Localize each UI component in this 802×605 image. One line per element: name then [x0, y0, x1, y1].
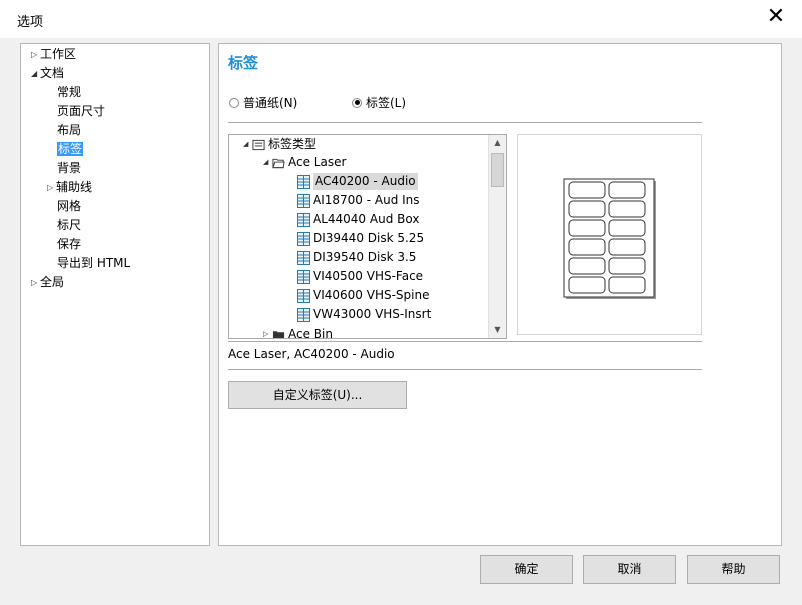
tree-node-label: Ace Bin	[288, 327, 333, 339]
label-sheet-icon	[297, 288, 310, 303]
label-template-name: AL44040 Aud Box	[313, 212, 420, 226]
tree-item-label: 文档	[40, 66, 65, 80]
cancel-button[interactable]: 取消	[583, 555, 676, 584]
tree-item-save[interactable]: 保存	[57, 236, 81, 252]
preview-label-cell	[568, 276, 606, 294]
custom-label-button[interactable]: 自定义标签(U)...	[228, 381, 407, 409]
preview-label-cell	[608, 181, 646, 199]
tree-item-document[interactable]: ◢ 文档	[31, 65, 64, 82]
label-template-name: AC40200 - Audio	[313, 173, 418, 190]
label-template-item[interactable]: AL44040 Aud Box	[297, 211, 419, 228]
labels-radio[interactable]: 标签(L)	[352, 94, 406, 111]
preview-label-cell	[608, 276, 646, 294]
tree-item-global[interactable]: ▷ 全局	[31, 274, 64, 291]
radio-label: 标签(L)	[366, 96, 407, 110]
label-sheet-icon	[297, 174, 310, 189]
open-folder-icon	[272, 158, 285, 168]
folder-icon	[272, 330, 285, 338]
label-template-item[interactable]: VW43000 VHS-Insrt	[297, 306, 431, 323]
tree-item-label: 辅助线	[56, 180, 93, 194]
preview-label-cell	[568, 219, 606, 237]
tree-item-label: 工作区	[40, 47, 77, 61]
close-icon[interactable]: ✕	[765, 6, 787, 28]
preview-label-cell	[608, 219, 646, 237]
label-sheet-icon	[297, 231, 310, 246]
divider	[228, 341, 702, 342]
label-sheet-icon	[297, 212, 310, 227]
label-template-name: VI40500 VHS-Face	[313, 269, 424, 283]
tree-root-label-types[interactable]: ◢ 标签类型	[243, 136, 316, 153]
tree-node-label: Ace Laser	[288, 155, 347, 169]
label-type-tree[interactable]: ◢ 标签类型 ◢ Ace Laser AC40200 - Audio AI187…	[228, 134, 507, 339]
tree-item-label: 全局	[40, 275, 65, 289]
collapse-arrow-icon[interactable]: ◢	[243, 136, 252, 153]
options-tree: ▷ 工作区 ◢ 文档 常规 页面尺寸 布局 标签 背景 ▷ 辅助线 网格 标尺 保存 …	[20, 43, 210, 546]
label-template-item[interactable]: DI39440 Disk 5.25	[297, 230, 424, 247]
tree-item-label[interactable]: 标签	[57, 141, 84, 157]
label-sheet-icon	[297, 269, 310, 284]
label-sheet-icon	[297, 250, 310, 265]
scroll-down-icon[interactable]: ▼	[489, 322, 506, 338]
label-template-item[interactable]: AI18700 - Aud Ins	[297, 192, 420, 209]
tree-item-layout[interactable]: 布局	[57, 122, 81, 138]
radio-circle-icon[interactable]	[229, 97, 239, 108]
preview-label-cell	[568, 238, 606, 256]
label-sheet-icon	[297, 193, 310, 208]
selected-label-text: Ace Laser, AC40200 - Audio	[228, 347, 395, 361]
tree-item-guidelines[interactable]: ▷ 辅助线	[47, 179, 92, 196]
label-template-name: DI39540 Disk 3.5	[313, 250, 417, 264]
label-template-name: AI18700 - Aud Ins	[313, 193, 420, 207]
label-template-name: DI39440 Disk 5.25	[313, 231, 425, 245]
label-settings-panel: 标签 普通纸(N) 标签(L) ◢ 标签类型 ◢ Ace Laser AC402…	[218, 43, 782, 546]
tree-item-general[interactable]: 常规	[57, 84, 81, 100]
label-template-name: VI40600 VHS-Spine	[313, 288, 430, 302]
label-sheet-icon	[297, 307, 310, 322]
label-types-icon	[252, 139, 265, 150]
expand-arrow-icon[interactable]: ▷	[31, 47, 40, 63]
label-template-item[interactable]: AC40200 - Audio	[297, 173, 418, 190]
radio-label: 普通纸(N)	[243, 96, 298, 110]
tree-item-rulers[interactable]: 标尺	[57, 217, 81, 233]
collapse-arrow-icon[interactable]: ◢	[31, 66, 40, 82]
expand-arrow-icon[interactable]: ▷	[47, 180, 56, 196]
preview-label-cell	[608, 257, 646, 275]
tree-item-page-size[interactable]: 页面尺寸	[57, 103, 105, 119]
title-bar: 选项 ✕	[0, 0, 802, 38]
label-sheet-preview-icon	[563, 178, 656, 299]
preview-label-cell	[568, 200, 606, 218]
plain-paper-radio[interactable]: 普通纸(N)	[229, 94, 297, 111]
tree-item-grid[interactable]: 网格	[57, 198, 81, 214]
preview-label-cell	[608, 238, 646, 256]
scroll-thumb[interactable]	[491, 153, 504, 187]
label-template-item[interactable]: DI39540 Disk 3.5	[297, 249, 416, 266]
label-template-name: VW43000 VHS-Insrt	[313, 307, 432, 321]
label-preview	[517, 134, 702, 335]
tree-scrollbar[interactable]: ▲ ▼	[488, 135, 506, 338]
expand-arrow-icon[interactable]: ▷	[263, 326, 272, 338]
tree-item-export-html[interactable]: 导出到 HTML	[57, 255, 130, 271]
divider	[228, 369, 702, 370]
radio-selected-icon[interactable]	[352, 97, 362, 108]
ok-button[interactable]: 确定	[480, 555, 573, 584]
tree-item-background[interactable]: 背景	[57, 160, 81, 176]
window-title: 选项	[17, 15, 44, 30]
divider	[228, 122, 702, 123]
tree-node-label: 标签类型	[268, 137, 317, 151]
tree-item-label-text: 标签	[57, 142, 84, 156]
collapse-arrow-icon[interactable]: ◢	[263, 154, 272, 171]
section-title: 标签	[228, 54, 259, 72]
tree-group-next[interactable]: ▷ Ace Bin	[263, 326, 333, 339]
label-template-item[interactable]: VI40500 VHS-Face	[297, 268, 423, 285]
preview-label-cell	[568, 181, 606, 199]
expand-arrow-icon[interactable]: ▷	[31, 275, 40, 291]
preview-label-cell	[608, 200, 646, 218]
label-template-item[interactable]: VI40600 VHS-Spine	[297, 287, 429, 304]
scroll-up-icon[interactable]: ▲	[489, 135, 506, 151]
tree-item-workspace[interactable]: ▷ 工作区	[31, 46, 76, 63]
preview-label-cell	[568, 257, 606, 275]
tree-group-ace-laser[interactable]: ◢ Ace Laser	[263, 154, 346, 171]
help-button[interactable]: 帮助	[687, 555, 780, 584]
